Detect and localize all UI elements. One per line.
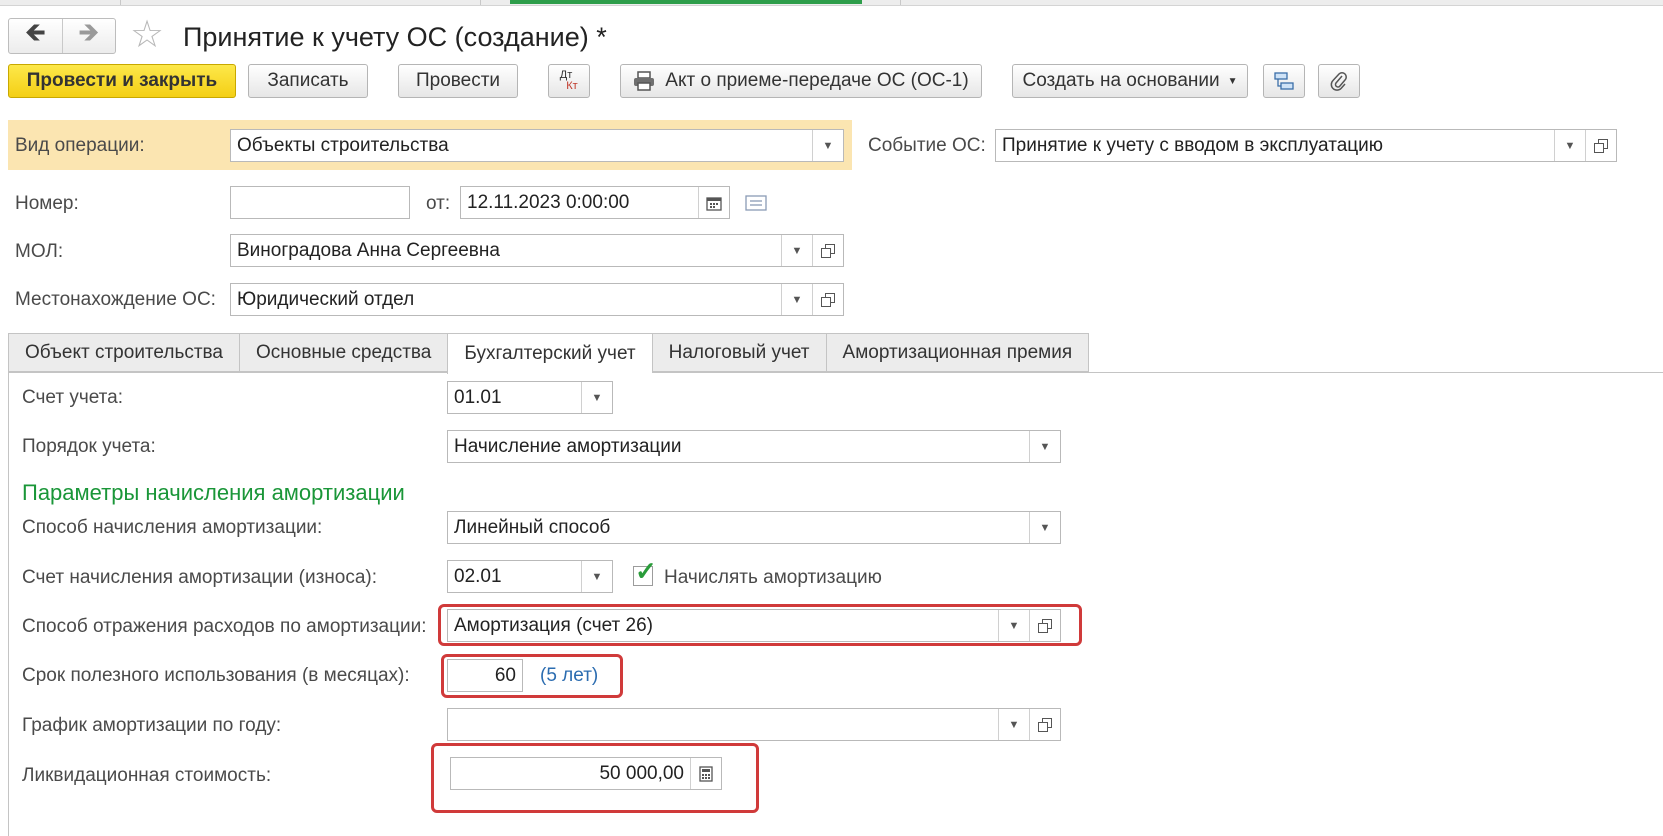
favorite-star-icon[interactable]: ☆ — [130, 16, 164, 54]
chevron-down-icon[interactable]: ▼ — [812, 130, 843, 161]
create-based-on-button[interactable]: Создать на основании ▼ — [1012, 64, 1248, 98]
procedure-label: Порядок учета: — [22, 436, 156, 457]
navigation-buttons: 🡸 🡺 — [8, 17, 116, 54]
event-label: Событие ОС: — [868, 135, 986, 156]
event-select[interactable]: Принятие к учету с вводом в эксплуатацию… — [995, 129, 1617, 162]
tab-accounting[interactable]: Бухгалтерский учет — [447, 333, 652, 374]
useful-life-label: Срок полезного использования (в месяцах)… — [22, 665, 410, 686]
location-value: Юридический отдел — [237, 288, 415, 310]
print-act-button[interactable]: Акт о приеме-передаче ОС (ОС-1) — [620, 64, 982, 98]
strip-separator — [480, 0, 481, 5]
paperclip-icon — [1330, 72, 1347, 91]
strip-separator — [120, 0, 121, 5]
calendar-icon[interactable] — [698, 187, 729, 218]
method-label: Способ начисления амортизации: — [22, 517, 323, 538]
panel-border — [8, 372, 9, 836]
salvage-label: Ликвидационная стоимость: — [22, 765, 272, 786]
create-based-on-label: Создать на основании — [1022, 70, 1220, 91]
comment-lines-icon[interactable] — [745, 194, 767, 217]
location-select[interactable]: Юридический отдел ▼ — [230, 283, 844, 316]
active-window-tab[interactable] — [510, 0, 862, 4]
number-label: Номер: — [15, 193, 79, 214]
chevron-down-icon[interactable]: ▼ — [998, 709, 1029, 740]
attach-button[interactable] — [1318, 64, 1360, 98]
accrue-checkbox[interactable]: ✓ — [633, 558, 657, 586]
number-input[interactable] — [230, 186, 410, 219]
tab-fixed-assets[interactable]: Основные средства — [239, 333, 448, 372]
procedure-value: Начисление амортизации — [454, 435, 682, 457]
chevron-down-icon: ▼ — [1227, 75, 1238, 87]
chevron-down-icon[interactable]: ▼ — [581, 382, 612, 413]
printer-icon — [634, 71, 655, 91]
date-value: 12.11.2023 0:00:00 — [467, 191, 630, 213]
salvage-highlight — [431, 743, 759, 813]
tab-divider — [8, 372, 1663, 373]
account-label: Счет учета: — [22, 387, 123, 408]
method-select[interactable]: Линейный способ ▼ — [447, 511, 1061, 544]
expense-method-highlight — [438, 604, 1082, 646]
event-value: Принятие к учету с вводом в эксплуатацию — [1002, 134, 1384, 156]
schedule-label: График амортизации по году: — [22, 715, 282, 736]
chevron-down-icon[interactable]: ▼ — [781, 284, 812, 315]
depr-account-label: Счет начисления амортизации (износа): — [22, 567, 378, 588]
useful-life-highlight — [441, 654, 623, 698]
open-icon[interactable] — [812, 235, 843, 266]
tab-bar: Объект строительства Основные средства Б… — [8, 333, 1090, 374]
chevron-down-icon[interactable]: ▼ — [781, 235, 812, 266]
open-icon[interactable] — [1585, 130, 1616, 161]
print-act-label: Акт о приеме-передаче ОС (ОС-1) — [665, 70, 969, 91]
structure-button[interactable] — [1263, 64, 1305, 98]
date-input[interactable]: 12.11.2023 0:00:00 — [460, 186, 730, 219]
checkmark-icon: ✓ — [635, 556, 657, 586]
open-icon[interactable] — [1029, 709, 1060, 740]
post-and-close-button[interactable]: Провести и закрыть — [8, 64, 236, 98]
post-button[interactable]: Провести — [398, 64, 518, 98]
chevron-down-icon[interactable]: ▼ — [1029, 431, 1060, 462]
save-button[interactable]: Записать — [248, 64, 368, 98]
mol-value: Виноградова Анна Сергеевна — [237, 239, 500, 261]
chevron-down-icon[interactable]: ▼ — [1554, 130, 1585, 161]
depr-account-value: 02.01 — [454, 565, 502, 587]
location-label: Местонахождение ОС: — [15, 289, 216, 310]
back-arrow-icon[interactable]: 🡸 — [9, 17, 62, 53]
procedure-select[interactable]: Начисление амортизации ▼ — [447, 430, 1061, 463]
depreciation-params-title: Параметры начисления амортизации — [22, 480, 405, 505]
page-title: Принятие к учету ОС (создание) * — [183, 22, 607, 52]
account-value: 01.01 — [454, 386, 502, 408]
tab-construction-object[interactable]: Объект строительства — [8, 333, 239, 372]
depr-account-select[interactable]: 02.01 ▼ — [447, 560, 613, 593]
kt-label: Кт — [566, 80, 578, 92]
strip-separator — [900, 0, 901, 5]
expense-method-label: Способ отражения расходов по амортизации… — [22, 616, 427, 637]
schedule-select[interactable]: ▼ — [447, 708, 1061, 741]
window-tabs-strip — [0, 0, 1663, 6]
chevron-down-icon[interactable]: ▼ — [1029, 512, 1060, 543]
open-icon[interactable] — [812, 284, 843, 315]
operation-type-value: Объекты строительства — [237, 134, 449, 156]
date-from-label: от: — [426, 193, 451, 214]
method-value: Линейный способ — [454, 516, 611, 538]
accrue-label: Начислять амортизацию — [664, 567, 882, 588]
account-select[interactable]: 01.01 ▼ — [447, 381, 613, 414]
tab-tax-accounting[interactable]: Налоговый учет — [651, 333, 826, 372]
forward-arrow-icon[interactable]: 🡺 — [61, 17, 116, 53]
mol-select[interactable]: Виноградова Анна Сергеевна ▼ — [230, 234, 844, 267]
chevron-down-icon[interactable]: ▼ — [581, 561, 612, 592]
operation-type-select[interactable]: Объекты строительства ▼ — [230, 129, 844, 162]
mol-label: МОЛ: — [15, 241, 64, 262]
document-structure-icon — [1274, 72, 1294, 90]
operation-type-label: Вид операции: — [15, 135, 145, 156]
dt-kt-button[interactable]: Дт Кт — [548, 64, 590, 98]
tab-depreciation-bonus[interactable]: Амортизационная премия — [825, 333, 1090, 372]
